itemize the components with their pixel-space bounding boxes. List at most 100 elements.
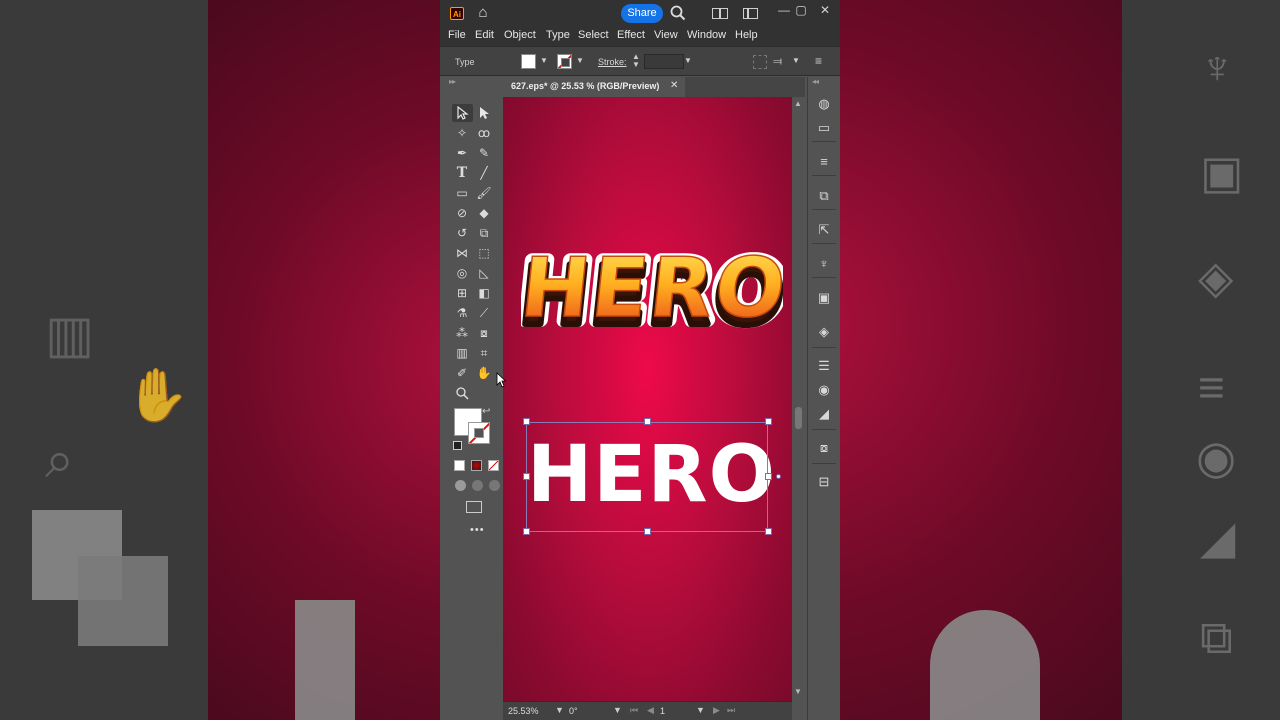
stroke-stepper-icon[interactable]: ▲ ▼ bbox=[632, 53, 640, 69]
properties-sliders-icon[interactable]: ☰ bbox=[814, 357, 834, 375]
swap-fill-stroke-icon[interactable]: ↩ bbox=[482, 406, 490, 417]
mesh-tool-icon[interactable]: ⊞ bbox=[452, 284, 472, 302]
selection-bounding-box[interactable] bbox=[526, 422, 768, 532]
fill-dropdown-chevron-icon[interactable]: ▼ bbox=[540, 56, 548, 65]
magic-wand-tool-icon[interactable]: ✧ bbox=[452, 124, 472, 142]
stroke-color-swatch[interactable] bbox=[557, 54, 572, 69]
lasso-tool-icon[interactable]: ꝏ bbox=[474, 124, 494, 142]
menu-window[interactable]: Window bbox=[687, 29, 726, 41]
curvature-tool-icon[interactable]: ✎ bbox=[474, 144, 494, 162]
puppet-warp-panel-icon[interactable]: ♆ bbox=[814, 255, 834, 273]
distribute-chevron-icon[interactable]: ▼ bbox=[792, 56, 800, 65]
slice-tool-icon[interactable]: ✐ bbox=[452, 364, 472, 382]
control-bar-menu-icon[interactable]: ≡ bbox=[815, 54, 822, 68]
default-colors-icon[interactable] bbox=[453, 441, 462, 450]
handle-bottom-left[interactable] bbox=[523, 528, 530, 535]
paintbrush-tool-icon[interactable]: 🖌 bbox=[474, 184, 494, 202]
properties-panel-icon[interactable]: ◍ bbox=[814, 95, 834, 113]
handle-top-left[interactable] bbox=[523, 418, 530, 425]
stroke-label[interactable]: Stroke: bbox=[598, 57, 627, 67]
pen-tool-icon[interactable]: ✒ bbox=[452, 144, 472, 162]
width-tool-icon[interactable]: ⋈ bbox=[452, 244, 472, 262]
home-icon[interactable]: ⌂ bbox=[474, 4, 492, 22]
gradient-tool-icon[interactable]: ◧ bbox=[474, 284, 494, 302]
stroke-weight-dropdown-chevron-icon[interactable]: ▼ bbox=[684, 56, 692, 65]
perspective-grid-tool-icon[interactable]: ◺ bbox=[474, 264, 494, 282]
scrollbar-thumb[interactable] bbox=[795, 407, 802, 429]
none-mode-icon[interactable] bbox=[488, 460, 499, 471]
workspace-switcher-icon[interactable] bbox=[743, 8, 758, 19]
document-tab[interactable]: 627.eps* @ 25.53 % (RGB/Preview) ✕ bbox=[503, 77, 685, 97]
scale-tool-icon[interactable]: ⧉ bbox=[474, 224, 494, 242]
symbol-sprayer-tool-icon[interactable]: ⁂ bbox=[452, 324, 472, 342]
color-mode-icon[interactable] bbox=[454, 460, 465, 471]
color-palette-panel-icon[interactable]: ◉ bbox=[814, 381, 834, 399]
eraser-tool-icon[interactable]: ◆ bbox=[474, 204, 494, 222]
draw-normal-icon[interactable] bbox=[455, 480, 466, 491]
panel-grip-icon[interactable]: ▸▸ bbox=[449, 77, 456, 86]
pathfinder-panel-icon[interactable]: ⧉ bbox=[814, 187, 834, 205]
type-tool-icon[interactable]: T bbox=[452, 164, 472, 182]
edit-toolbar-button[interactable]: ••• bbox=[470, 524, 485, 536]
menu-view[interactable]: View bbox=[654, 29, 678, 41]
draw-behind-icon[interactable] bbox=[472, 480, 483, 491]
free-transform-tool-icon[interactable]: ⬚ bbox=[474, 244, 494, 262]
align-panel-icon[interactable]: ≡ bbox=[814, 153, 834, 171]
styled-hero-text-effect[interactable]: HERO HERO HERO bbox=[521, 232, 783, 337]
type-threading-port[interactable] bbox=[776, 474, 781, 479]
direct-selection-tool-icon[interactable] bbox=[474, 104, 494, 122]
book-panel-icon[interactable]: ▣ bbox=[814, 289, 834, 307]
handle-top-center[interactable] bbox=[644, 418, 651, 425]
zoom-dropdown-chevron-icon[interactable]: ▼ bbox=[555, 705, 564, 715]
shape-builder-tool-icon[interactable]: ◎ bbox=[452, 264, 472, 282]
next-artboard-icon[interactable]: ▶ bbox=[713, 705, 720, 716]
previous-artboard-icon[interactable]: ◀ bbox=[647, 705, 654, 716]
shaper-tool-icon[interactable]: ⊘ bbox=[452, 204, 472, 222]
artboard-tool-icon[interactable]: ⌗ bbox=[474, 344, 494, 362]
scroll-down-arrow-icon[interactable]: ▼ bbox=[794, 687, 802, 696]
arrange-documents-icon[interactable] bbox=[712, 8, 728, 19]
zoom-level-field[interactable]: 25.53% bbox=[508, 705, 539, 718]
rotation-dropdown-chevron-icon[interactable]: ▼ bbox=[613, 705, 622, 715]
handle-top-right[interactable] bbox=[765, 418, 772, 425]
menu-file[interactable]: File bbox=[448, 29, 466, 41]
minimize-button[interactable]: — bbox=[775, 2, 793, 18]
zoom-tool-icon[interactable] bbox=[452, 384, 472, 402]
artboard-number-field[interactable]: 1 bbox=[660, 705, 665, 718]
last-artboard-icon[interactable]: ⏭ bbox=[727, 705, 735, 716]
selection-tool-icon[interactable] bbox=[452, 104, 472, 122]
handle-middle-right[interactable] bbox=[765, 473, 772, 480]
draw-inside-icon[interactable] bbox=[489, 480, 500, 491]
hand-tool-icon[interactable]: ✋ bbox=[474, 364, 494, 382]
maximize-button[interactable]: ▢ bbox=[792, 2, 810, 18]
menu-type[interactable]: Type bbox=[546, 29, 570, 41]
eyedropper-tool-icon[interactable]: ⚗ bbox=[452, 304, 472, 322]
rectangle-tool-icon[interactable]: ▭ bbox=[452, 184, 472, 202]
gradient-mode-icon[interactable] bbox=[471, 460, 482, 471]
measure-tool-icon[interactable]: ⟋ bbox=[474, 304, 494, 322]
artboard-canvas[interactable]: HERO HERO HERO HERO bbox=[503, 97, 792, 701]
column-graph-tool-icon[interactable]: ▥ bbox=[452, 344, 472, 362]
close-tab-icon[interactable]: ✕ bbox=[670, 80, 678, 91]
scroll-up-arrow-icon[interactable]: ▲ bbox=[794, 99, 802, 108]
export-panel-icon[interactable]: ⇱ bbox=[814, 221, 834, 239]
artboards-panel-icon[interactable]: ⊟ bbox=[814, 473, 834, 491]
libraries-panel-icon[interactable]: ▭ bbox=[814, 119, 834, 137]
share-button[interactable]: Share bbox=[621, 4, 663, 23]
menu-effect[interactable]: Effect bbox=[617, 29, 645, 41]
blend-tool-icon[interactable]: ⧇ bbox=[474, 324, 494, 342]
stroke-color-box[interactable] bbox=[468, 422, 490, 444]
menu-select[interactable]: Select bbox=[578, 29, 609, 41]
stroke-dropdown-chevron-icon[interactable]: ▼ bbox=[576, 56, 584, 65]
menu-help[interactable]: Help bbox=[735, 29, 758, 41]
vertical-scrollbar[interactable]: ▲ ▼ bbox=[792, 97, 805, 701]
handle-middle-left[interactable] bbox=[523, 473, 530, 480]
fill-color-swatch[interactable] bbox=[521, 54, 536, 69]
search-icon[interactable] bbox=[669, 4, 687, 22]
artboard-dropdown-chevron-icon[interactable]: ▼ bbox=[696, 705, 705, 715]
menu-object[interactable]: Object bbox=[504, 29, 536, 41]
align-icon[interactable] bbox=[753, 55, 767, 69]
rotate-tool-icon[interactable]: ↺ bbox=[452, 224, 472, 242]
close-button[interactable]: ✕ bbox=[816, 2, 834, 18]
menu-edit[interactable]: Edit bbox=[475, 29, 494, 41]
